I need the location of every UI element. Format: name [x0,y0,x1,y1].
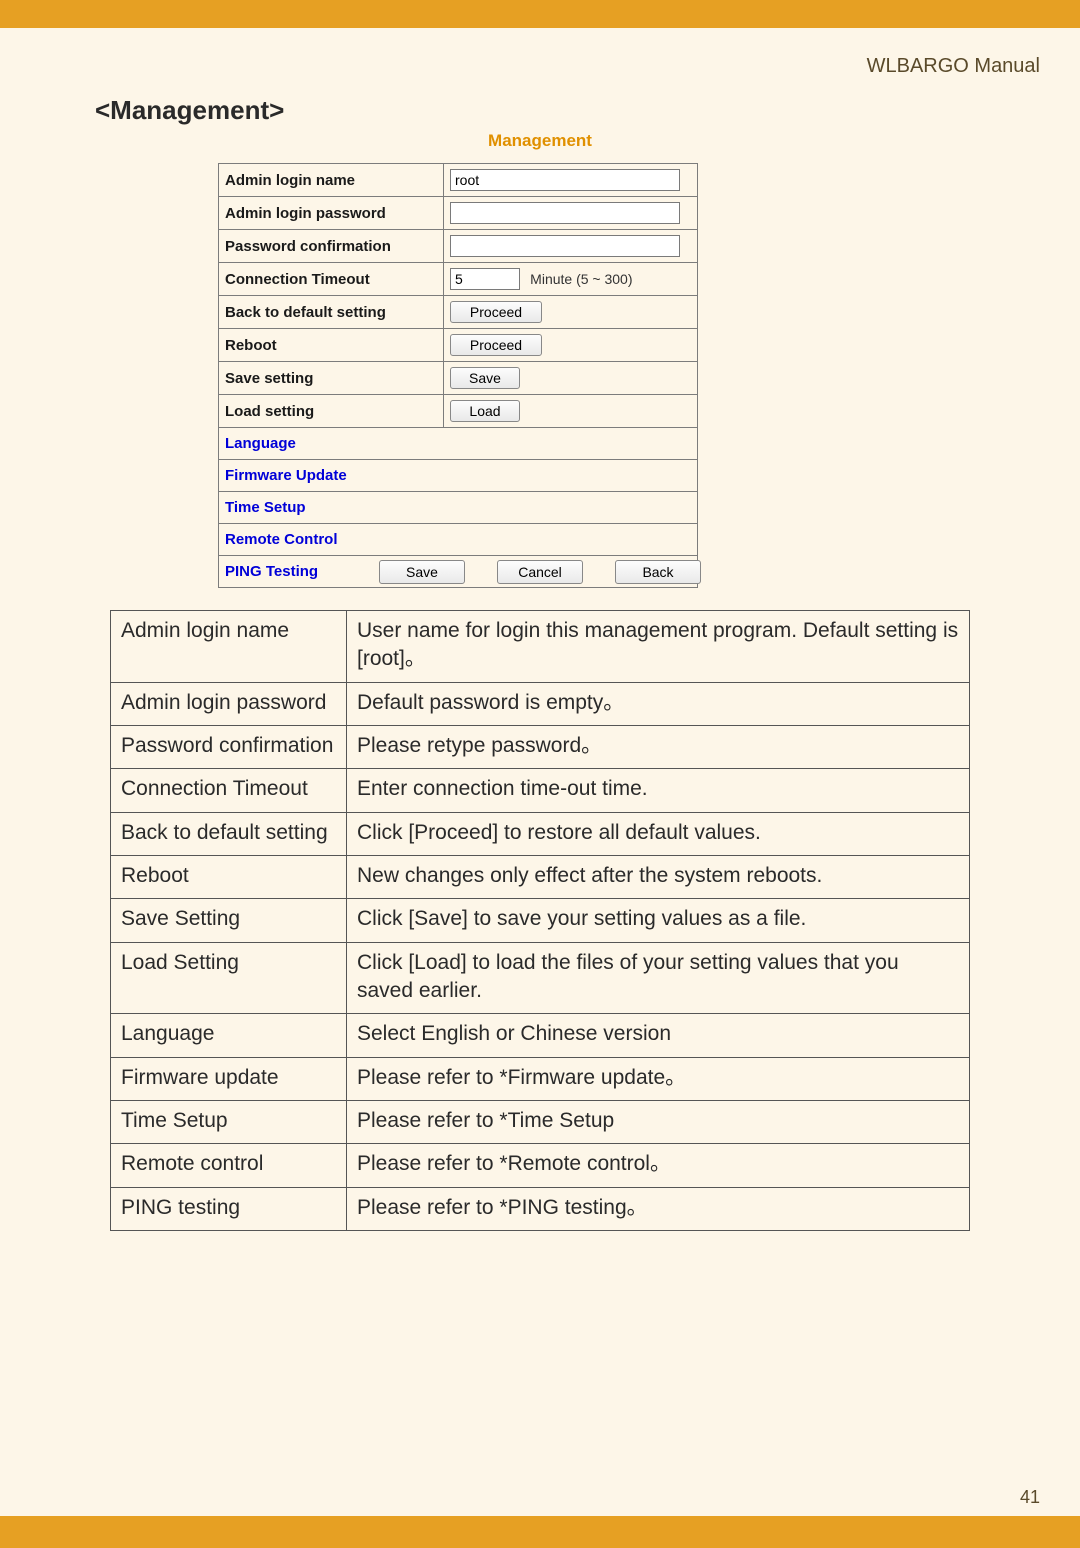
section-title: <Management> [95,95,284,126]
desc-value: User name for login this management prog… [347,611,970,683]
desc-key: Time Setup [111,1101,347,1144]
action-button-row: Save Cancel Back [379,560,701,584]
back-default-label: Back to default setting [219,296,444,329]
save-setting-button[interactable]: Save [450,367,520,389]
desc-key: Language [111,1014,347,1057]
manual-header: WLBARGO Manual [867,55,1040,78]
description-table: Admin login nameUser name for login this… [110,610,970,1231]
router-heading: Management [488,131,592,151]
desc-value: Default password is empty。 [347,682,970,725]
desc-value: Please retype password。 [347,726,970,769]
connection-timeout-label: Connection Timeout [219,263,444,296]
desc-key: Reboot [111,856,347,899]
connection-timeout-input[interactable] [450,268,520,290]
back-button[interactable]: Back [615,560,701,584]
router-settings-table: Admin login name Admin login password Pa… [218,163,698,588]
language-link[interactable]: Language [225,435,296,452]
connection-timeout-note: Minute (5 ~ 300) [530,271,632,287]
desc-value: Please refer to *PING testing。 [347,1187,970,1230]
password-confirmation-input[interactable] [450,235,680,257]
load-setting-label: Load setting [219,395,444,428]
desc-value: Enter connection time-out time. [347,769,970,812]
password-confirmation-label: Password confirmation [219,230,444,263]
ping-testing-link[interactable]: PING Testing [225,563,318,580]
time-setup-link[interactable]: Time Setup [225,499,306,516]
remote-control-link[interactable]: Remote Control [225,531,338,548]
admin-login-name-label: Admin login name [219,164,444,197]
desc-value: Click [Save] to save your setting values… [347,899,970,942]
desc-value: Please refer to *Firmware update。 [347,1057,970,1100]
desc-value: Click [Load] to load the files of your s… [347,942,970,1014]
back-default-proceed-button[interactable]: Proceed [450,301,542,323]
admin-login-password-input[interactable] [450,202,680,224]
desc-key: Save Setting [111,899,347,942]
desc-key: Firmware update [111,1057,347,1100]
desc-key: Admin login password [111,682,347,725]
firmware-update-link[interactable]: Firmware Update [225,467,347,484]
desc-key: Remote control [111,1144,347,1187]
desc-value: Select English or Chinese version [347,1014,970,1057]
save-button[interactable]: Save [379,560,465,584]
desc-value: Click [Proceed] to restore all default v… [347,812,970,855]
reboot-label: Reboot [219,329,444,362]
desc-value: New changes only effect after the system… [347,856,970,899]
top-bar [0,0,1080,28]
admin-login-password-label: Admin login password [219,197,444,230]
reboot-proceed-button[interactable]: Proceed [450,334,542,356]
bottom-bar [0,1518,1080,1548]
desc-key: Password confirmation [111,726,347,769]
admin-login-name-input[interactable] [450,169,680,191]
desc-value: Please refer to *Time Setup [347,1101,970,1144]
desc-key: PING testing [111,1187,347,1230]
save-setting-label: Save setting [219,362,444,395]
load-setting-button[interactable]: Load [450,400,520,422]
cancel-button[interactable]: Cancel [497,560,583,584]
desc-key: Connection Timeout [111,769,347,812]
page-number: 41 [1020,1487,1040,1508]
desc-key: Load Setting [111,942,347,1014]
desc-value: Please refer to *Remote control。 [347,1144,970,1187]
desc-key: Admin login name [111,611,347,683]
desc-key: Back to default setting [111,812,347,855]
